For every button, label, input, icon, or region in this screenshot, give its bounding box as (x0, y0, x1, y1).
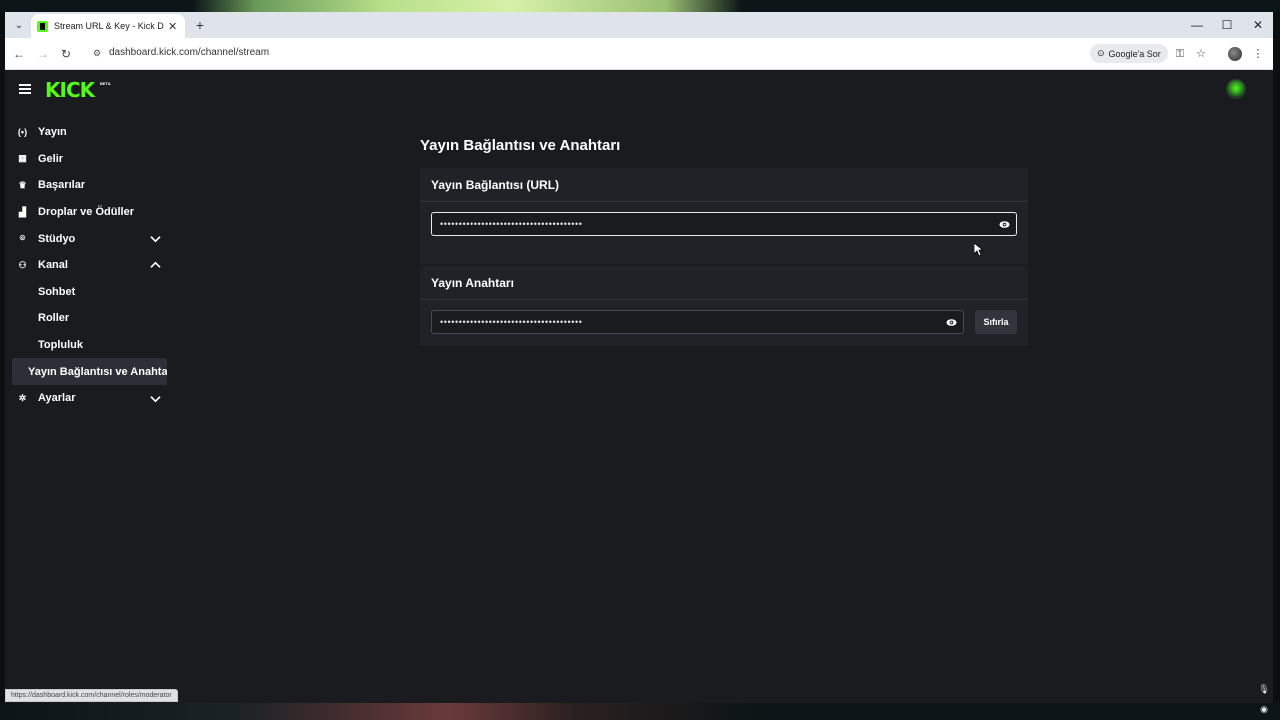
password-key-icon[interactable]: ⚿ (1172, 46, 1188, 62)
user-avatar[interactable] (1226, 79, 1246, 99)
trophy-icon: ♛ (18, 179, 27, 190)
reset-key-button[interactable]: Sıfırla (975, 310, 1017, 334)
link-status-bar: https://dashboard.kick.com/channel/roles… (5, 689, 178, 702)
forward-button[interactable]: → (34, 45, 52, 63)
reload-button[interactable]: ↻ (57, 45, 75, 63)
drops-icon: ▟ (19, 206, 26, 217)
sidebar-subitem-roller[interactable]: Roller (5, 305, 175, 332)
sidebar-subitem-topluluk[interactable]: Topluluk (5, 332, 175, 359)
beta-badge: BETA (100, 81, 111, 86)
hamburger-menu-icon[interactable] (19, 84, 31, 94)
sidebar-item-label: Yayın (38, 126, 67, 139)
page-title: Yayın Bağlantısı ve Anahtarı (420, 137, 621, 154)
bookmark-star-icon[interactable]: ☆ (1193, 46, 1209, 62)
google-button-label: Google'a Sor (1108, 48, 1161, 59)
stream-url-header: Yayın Bağlantısı (URL) (420, 168, 1028, 202)
sidebar-item-label: Stüdyo (38, 232, 76, 245)
sidebar-item-ayarlar[interactable]: ✲ Ayarlar (5, 385, 175, 412)
stream-url-value: •••••••••••••••••••••••••••••••••••••• (440, 219, 583, 229)
tab-title: Stream URL & Key - Kick Dashb (54, 21, 164, 31)
microphone-icon[interactable]: 🎙 (1258, 683, 1270, 695)
close-window-button[interactable]: ✕ (1249, 16, 1267, 34)
sidebar-item-gelir[interactable]: ▦ Gelir (5, 146, 175, 173)
revenue-icon: ▦ (18, 153, 27, 164)
sidebar-subitem-stream-url-key[interactable]: Yayın Bağlantısı ve Anahtarı (12, 358, 167, 385)
eye-icon[interactable] (999, 219, 1010, 230)
gear-icon: ✲ (18, 392, 27, 403)
desktop-background-bottom (0, 703, 1280, 720)
sidebar-item-kanal[interactable]: ⚇ Kanal (5, 252, 175, 279)
stream-url-field[interactable]: •••••••••••••••••••••••••••••••••••••• (431, 212, 1017, 236)
sidebar-item-label: Droplar ve Ödüller (38, 206, 134, 219)
kick-favicon-icon (37, 20, 48, 32)
tab-strip: ⌄ Stream URL & Key - Kick Dashb ✕ + — ☐ … (5, 12, 1273, 38)
sidebar-item-studyo[interactable]: ⌾ Stüdyo (5, 225, 175, 252)
chevron-down-icon (150, 396, 161, 403)
kick-dashboard-page: KICK BETA (•) Yayın ▦ Gelir ♛ Başarılar … (5, 70, 1273, 703)
stream-key-field[interactable]: •••••••••••••••••••••••••••••••••••••• (431, 310, 964, 334)
sidebar-item-basarilar[interactable]: ♛ Başarılar (5, 172, 175, 199)
address-bar-row: ← → ↻ ⚙ dashboard.kick.com/channel/strea… (5, 38, 1273, 70)
broadcast-icon: (•) (17, 126, 28, 137)
browser-profile-avatar[interactable] (1228, 47, 1242, 61)
lens-icon: ⊙ (1097, 48, 1105, 58)
studio-icon: ⌾ (19, 233, 26, 244)
chevron-down-icon (150, 236, 161, 243)
sidebar-item-label: Başarılar (38, 179, 86, 192)
chevron-up-icon (150, 261, 161, 268)
google-lens-button[interactable]: ⊙ Google'a Sor (1090, 44, 1168, 63)
stream-key-header: Yayın Anahtarı (420, 266, 1028, 300)
sidebar-subitem-sohbet[interactable]: Sohbet (5, 279, 175, 306)
browser-menu-icon[interactable]: ⋮ (1250, 46, 1266, 62)
channel-icon: ⚇ (18, 259, 27, 270)
sidebar-item-label: Gelir (38, 152, 64, 165)
desktop-background-top (0, 0, 1280, 12)
stream-key-card: Yayın Anahtarı •••••••••••••••••••••••••… (420, 266, 1028, 346)
active-tab[interactable]: Stream URL & Key - Kick Dashb ✕ (31, 14, 185, 38)
back-button[interactable]: ← (10, 45, 28, 63)
url-field[interactable]: dashboard.kick.com/channel/stream (109, 47, 269, 58)
sidebar-item-label: Ayarlar (38, 392, 76, 405)
stream-url-card: Yayın Bağlantısı (URL) •••••••••••••••••… (420, 168, 1028, 264)
maximize-button[interactable]: ☐ (1218, 16, 1236, 34)
browser-window: ⌄ Stream URL & Key - Kick Dashb ✕ + — ☐ … (5, 12, 1273, 703)
record-icon[interactable]: ◉ (1258, 703, 1270, 715)
sidebar-item-droplar[interactable]: ▟ Droplar ve Ödüller (5, 199, 175, 226)
new-tab-button[interactable]: + (191, 16, 209, 34)
sidebar-item-label: Kanal (38, 259, 68, 272)
sidebar-item-yayin[interactable]: (•) Yayın (5, 119, 175, 146)
mouse-cursor-icon (974, 243, 984, 257)
minimize-button[interactable]: — (1188, 16, 1206, 34)
stream-key-value: •••••••••••••••••••••••••••••••••••••• (440, 317, 583, 327)
tab-close-icon[interactable]: ✕ (168, 20, 177, 33)
tab-search-chevron-icon[interactable]: ⌄ (9, 16, 29, 34)
sidebar: (•) Yayın ▦ Gelir ♛ Başarılar ▟ Droplar … (5, 119, 175, 412)
site-info-icon[interactable]: ⚙ (91, 47, 103, 59)
kick-logo[interactable]: KICK (45, 80, 95, 100)
eye-icon[interactable] (946, 317, 957, 328)
